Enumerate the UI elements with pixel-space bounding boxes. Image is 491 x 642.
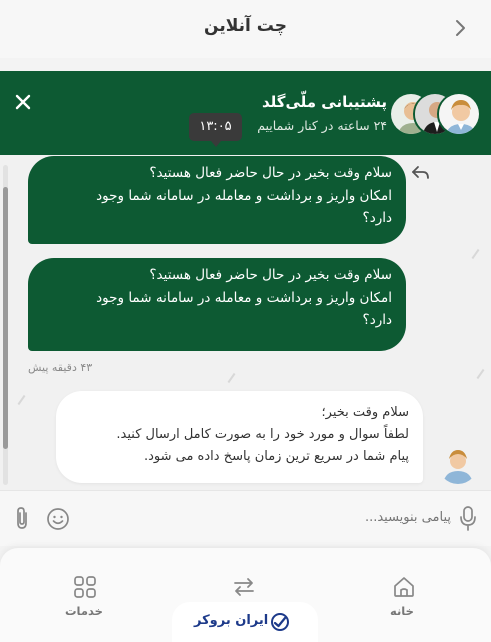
agent-avatar — [438, 444, 478, 484]
brand-badge[interactable]: ایران بروکر — [172, 602, 318, 642]
top-bar: چت آنلاین — [0, 0, 491, 58]
chat-area: سلام وقت بخیر در حال حاضر فعال هستید؟ ام… — [0, 155, 491, 490]
nav-services[interactable]: خدمات — [60, 572, 110, 622]
swap-icon[interactable] — [232, 576, 256, 598]
message-line: امکان واریز و برداشت و معامله در سامانه … — [96, 289, 392, 306]
mic-icon[interactable] — [457, 504, 479, 532]
close-icon[interactable] — [6, 85, 40, 119]
agent-avatars — [389, 92, 483, 136]
message-composer — [0, 490, 491, 546]
scrollbar-thumb[interactable] — [3, 187, 8, 449]
page-title: چت آنلاین — [204, 16, 287, 36]
nav-services-label: خدمات — [65, 604, 103, 618]
back-chevron-icon[interactable] — [450, 15, 472, 41]
bottom-navigation: خدمات خانه ایران بروکر — [0, 548, 491, 642]
nav-home[interactable]: خانه — [382, 572, 426, 622]
time-tooltip: ۱۳:۰۵ — [189, 113, 242, 147]
message-line: لطفاً سوال و مورد خود را به صورت کامل ار… — [116, 427, 409, 442]
emoji-icon[interactable] — [46, 507, 70, 531]
services-grid-icon — [74, 576, 96, 598]
message-line: سلام وقت بخیر در حال حاضر فعال هستید؟ — [149, 165, 392, 181]
background-pattern — [476, 368, 485, 380]
brand-name: ایران بروکر — [194, 613, 269, 628]
message-line: امکان واریز و برداشت و معامله در سامانه … — [96, 187, 392, 204]
message-line: پیام شما در سریع ترین زمان پاسخ داده می … — [143, 449, 409, 464]
message-input[interactable] — [191, 510, 451, 525]
message-bubble: سلام وقت بخیر در حال حاضر فعال هستید؟ ام… — [28, 258, 406, 351]
background-pattern — [471, 248, 480, 260]
attach-icon[interactable] — [11, 505, 33, 531]
nav-home-label: خانه — [390, 604, 414, 618]
avatar — [437, 92, 481, 136]
message-line: سلام وقت بخیر در حال حاضر فعال هستید؟ — [149, 267, 392, 283]
support-name: پشتیبانی ملّی‌گلد — [261, 93, 387, 111]
background-pattern — [17, 394, 26, 406]
support-subtitle: ۲۴ ساعته در کنار شماییم — [257, 118, 387, 133]
message-bubble: سلام وقت بخیر در حال حاضر فعال هستید؟ ام… — [28, 156, 406, 244]
background-pattern — [227, 372, 236, 384]
chat-header: پشتیبانی ملّی‌گلد ۲۴ ساعته در کنار شمایی… — [0, 71, 491, 155]
message-line: سلام وقت بخیر؛ — [321, 405, 409, 420]
agent-message-bubble: سلام وقت بخیر؛ لطفاً سوال و مورد خود را … — [56, 391, 423, 483]
brand-logo-icon — [271, 613, 289, 631]
home-icon — [394, 577, 414, 597]
message-line: دارد؟ — [362, 210, 392, 226]
message-timestamp: ۴۳ دقیقه پیش — [28, 361, 93, 374]
reply-icon[interactable] — [410, 161, 432, 183]
message-line: دارد؟ — [362, 312, 392, 328]
